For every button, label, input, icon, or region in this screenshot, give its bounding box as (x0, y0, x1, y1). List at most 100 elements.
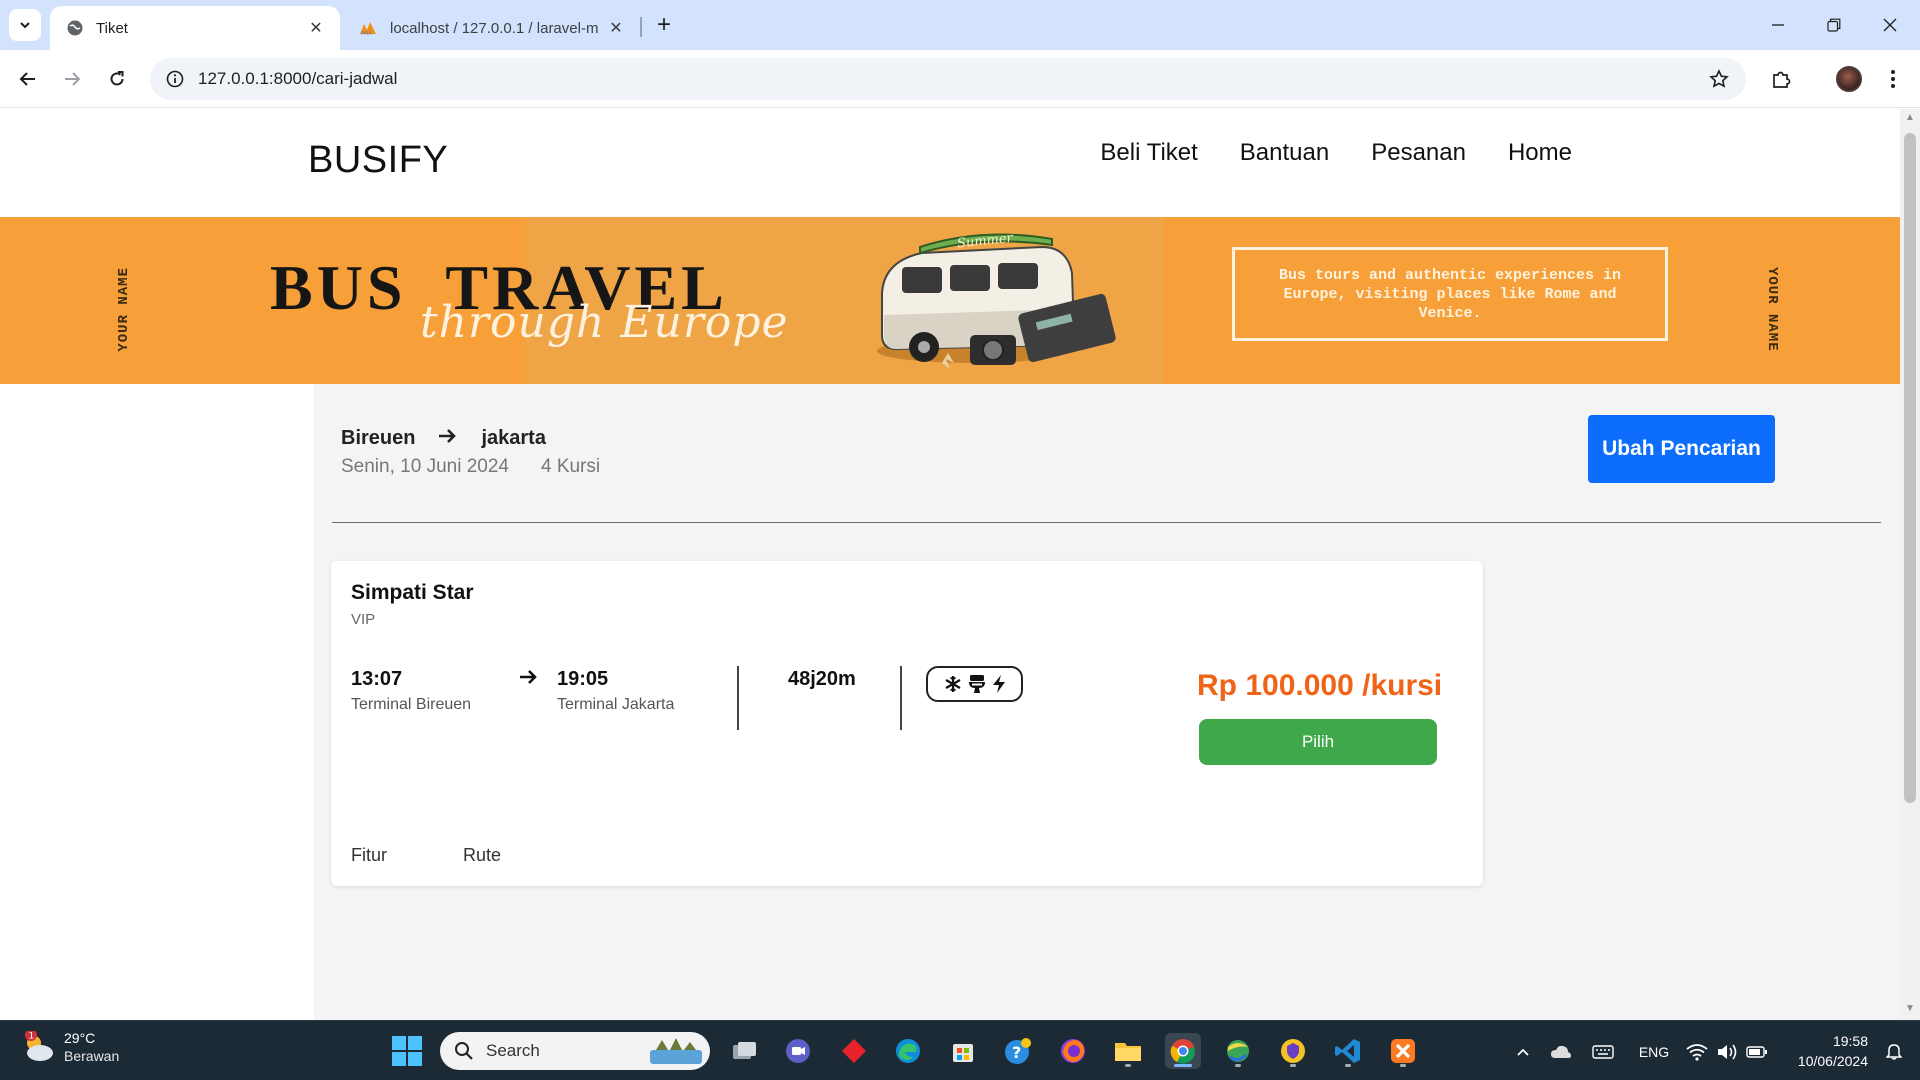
weather-widget[interactable]: 1 29°C Berawan (20, 1029, 119, 1065)
route-destination: jakarta (481, 426, 546, 449)
running-indicator (1345, 1064, 1351, 1067)
profile-button[interactable] (1834, 64, 1864, 94)
extensions-button[interactable] (1766, 64, 1796, 94)
vscode-button[interactable] (1330, 1033, 1366, 1069)
promo-banner: YOUR NAME YOUR NAME BUS TRAVEL through E… (0, 217, 1900, 384)
scroll-up-icon[interactable]: ▲ (1905, 113, 1915, 123)
meet-app-button[interactable] (780, 1033, 816, 1069)
site-brand[interactable]: BUSIFY (308, 139, 448, 182)
site-info-icon[interactable] (162, 66, 188, 92)
running-indicator (1235, 1064, 1241, 1067)
running-indicator (1290, 1064, 1296, 1067)
video-chat-icon (786, 1039, 810, 1063)
weather-text: 29°C Berawan (64, 1029, 119, 1065)
banner-script-title: through Europe (420, 297, 789, 348)
taskbar-search-label: Search (486, 1041, 540, 1060)
tab-title: Tiket (96, 19, 128, 37)
arrow-left-icon (19, 72, 35, 86)
browser-tab-bar: Tiket ✕ PMA localhost / 127.0.0.1 / lara… (0, 0, 1920, 50)
tab-rute[interactable]: Rute (463, 845, 501, 866)
windows-taskbar: 1 29°C Berawan Search ? ENG 19:58 10/06/… (0, 1020, 1920, 1080)
language-indicator[interactable]: ENG (1636, 1039, 1672, 1065)
chrome-button[interactable] (1165, 1033, 1201, 1069)
search-highlight-icon (650, 1038, 702, 1064)
banner-side-text-right: YOUR NAME (1764, 267, 1780, 352)
nav-pesanan[interactable]: Pesanan (1371, 139, 1466, 167)
firefox-button[interactable] (1055, 1033, 1091, 1069)
onedrive-tray[interactable] (1548, 1039, 1574, 1065)
site-nav-links: Beli Tiket Bantuan Pesanan Home (1100, 139, 1572, 167)
ticket-price: Rp 100.000 /kursi (1197, 669, 1443, 702)
cloud-sun-icon: 1 (25, 1031, 53, 1061)
task-view-button[interactable] (727, 1033, 763, 1069)
nav-beli-tiket[interactable]: Beli Tiket (1100, 139, 1197, 167)
search-seats: 4 Kursi (540, 456, 601, 477)
close-icon (1883, 18, 1897, 32)
tray-overflow-button[interactable] (1510, 1039, 1536, 1065)
restore-button[interactable] (1806, 0, 1862, 50)
depart-time: 13:07 (351, 668, 403, 690)
select-schedule-button[interactable]: Pilih (1199, 719, 1437, 765)
url-text[interactable]: 127.0.0.1:8000/cari-jadwal (198, 69, 1706, 89)
minimize-icon (1772, 24, 1784, 26)
xampp-icon (1391, 1039, 1415, 1063)
tab-search-button[interactable] (9, 9, 41, 41)
route-origin: Bireuen (341, 426, 416, 449)
minimize-button[interactable] (1750, 0, 1806, 50)
bookmark-star-icon[interactable] (1706, 66, 1732, 92)
forward-button[interactable] (57, 64, 87, 94)
file-explorer-button[interactable] (1110, 1033, 1146, 1069)
puzzle-icon (1773, 71, 1791, 88)
tab-tiket[interactable]: Tiket ✕ (50, 6, 340, 50)
wifi-tray[interactable] (1684, 1039, 1710, 1065)
notifications-button[interactable] (1882, 1039, 1906, 1063)
taskbar-clock[interactable]: 19:58 10/06/2024 (1798, 1031, 1868, 1071)
battery-tray[interactable] (1744, 1039, 1770, 1065)
edge-browser-button[interactable] (890, 1033, 926, 1069)
start-button[interactable] (392, 1036, 422, 1066)
cloud-icon (1551, 1045, 1571, 1058)
scrollbar-thumb[interactable] (1904, 133, 1916, 803)
running-indicator (1400, 1064, 1406, 1067)
browser-menu-button[interactable] (1878, 64, 1908, 94)
running-indicator (1125, 1064, 1131, 1067)
battery-icon (1746, 1046, 1767, 1058)
tab-phpmyadmin[interactable]: PMA localhost / 127.0.0.1 / laravel-m ✕ (350, 6, 640, 50)
xampp-button[interactable] (1385, 1033, 1421, 1069)
store-button[interactable] (945, 1033, 981, 1069)
change-search-button[interactable]: Ubah Pencarian (1588, 415, 1775, 483)
close-window-button[interactable] (1862, 0, 1918, 50)
tab-fitur[interactable]: Fitur (351, 845, 387, 866)
diamond-app-icon (842, 1039, 866, 1063)
banner-promo-text: Bus tours and authentic experiences in E… (1278, 266, 1622, 322)
vpn-app-button[interactable] (1275, 1033, 1311, 1069)
speaker-icon (1718, 1044, 1737, 1060)
globe-app-icon (1227, 1040, 1249, 1062)
new-tab-button[interactable]: + (650, 11, 678, 39)
nav-bantuan[interactable]: Bantuan (1240, 139, 1329, 167)
toilet-icon (968, 675, 985, 693)
app-red-button[interactable] (836, 1033, 872, 1069)
taskbar-search[interactable]: Search (440, 1032, 710, 1070)
close-icon[interactable]: ✕ (304, 16, 328, 40)
vertical-divider (900, 666, 902, 730)
reload-icon (110, 71, 124, 86)
address-bar[interactable]: 127.0.0.1:8000/cari-jadwal (150, 58, 1746, 100)
keyboard-icon (1592, 1045, 1614, 1059)
site-navbar: BUSIFY Beli Tiket Bantuan Pesanan Home (0, 109, 1900, 217)
back-button[interactable] (13, 64, 43, 94)
windows-logo-icon (392, 1036, 406, 1050)
bus-operator-name: Simpati Star (351, 581, 474, 604)
nav-home[interactable]: Home (1508, 139, 1572, 167)
close-icon[interactable]: ✕ (604, 16, 628, 40)
scroll-down-icon[interactable]: ▼ (1905, 1004, 1915, 1014)
reload-button[interactable] (102, 64, 132, 94)
wifi-icon (1686, 1044, 1708, 1061)
svg-text:?: ? (1012, 1043, 1021, 1062)
clock-time: 19:58 (1832, 1033, 1868, 1049)
page-scrollbar[interactable]: ▲ ▼ (1900, 109, 1920, 1020)
volume-tray[interactable] (1714, 1039, 1740, 1065)
keyboard-tray[interactable] (1590, 1039, 1616, 1065)
gallery-app-button[interactable] (1220, 1033, 1256, 1069)
help-app-button[interactable]: ? (1000, 1033, 1036, 1069)
